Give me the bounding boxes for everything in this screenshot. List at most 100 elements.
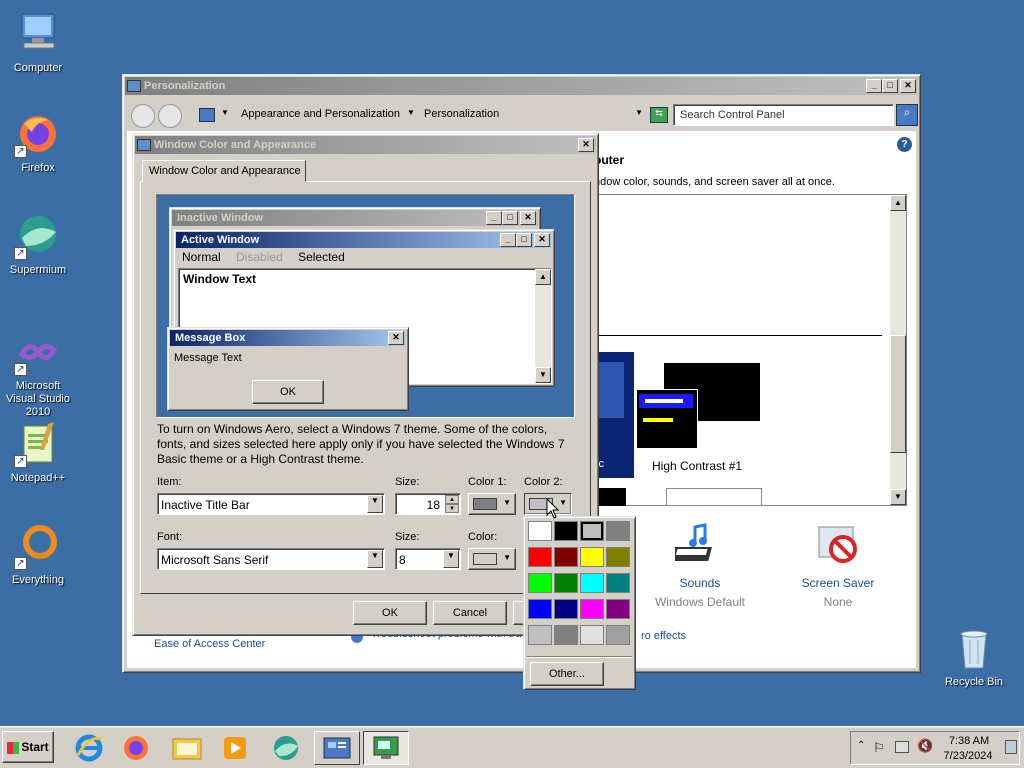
network-icon[interactable] [895, 741, 909, 753]
item-label: Item: [157, 476, 182, 488]
screen-saver-link[interactable]: Screen Saver None [773, 521, 903, 611]
search-input[interactable]: Search Control Panel [673, 104, 894, 126]
desktop-icon-visual-studio[interactable]: ↗ Microsoft Visual Studio 2010 [0, 328, 76, 419]
theme-basic-tile[interactable]: ic [596, 352, 634, 478]
color-swatch[interactable] [554, 573, 578, 593]
chevron-down-icon[interactable]: ▼ [443, 550, 459, 568]
menu-selected: Selected [298, 250, 345, 264]
taskbar-ie-icon[interactable] [70, 732, 108, 764]
color-swatch[interactable] [580, 521, 604, 541]
address-bar[interactable]: ▼ Appearance and Personalization ▼ Perso… [193, 104, 645, 126]
ease-of-access-link[interactable]: Ease of Access Center [154, 638, 265, 650]
preview-menu: Normal Disabled Selected [178, 250, 345, 266]
desktop-icon-everything[interactable]: ↗ Everything [0, 522, 76, 587]
breadcrumb-item[interactable]: Personalization [424, 108, 499, 120]
color-swatch[interactable] [528, 547, 552, 567]
desktop-icon-computer[interactable]: Computer [0, 10, 76, 75]
ok-button[interactable]: OK [353, 601, 427, 625]
clock-date[interactable]: 7/23/2024 [939, 750, 997, 762]
desktop-icon-supermium[interactable]: ↗ Supermium [0, 212, 76, 277]
picker-divider [527, 656, 632, 658]
color-swatch[interactable] [606, 521, 630, 541]
preview-msgbox-titlebar: Message Box ✕ [170, 330, 406, 346]
color-swatch[interactable] [554, 599, 578, 619]
size-stepper[interactable]: 18 ▲ ▼ [395, 493, 461, 515]
show-desktop-icon[interactable] [1005, 740, 1017, 754]
color-swatch[interactable] [528, 521, 552, 541]
chevron-down-icon[interactable]: ▼ [367, 495, 383, 513]
volume-muted-icon[interactable]: 🔇 [917, 738, 933, 754]
color-swatch[interactable] [580, 573, 604, 593]
scroll-up-icon[interactable]: ▲ [890, 195, 906, 211]
show-hidden-icons-icon[interactable]: ⌃ [857, 740, 865, 751]
desktop-icon-notepadpp[interactable]: ↗ Notepad++ [0, 420, 76, 485]
personalization-titlebar[interactable]: Personalization _ □ ✕ [125, 77, 918, 95]
start-button[interactable]: Start [2, 731, 54, 763]
dialog-titlebar[interactable]: Window Color and Appearance ✕ [135, 136, 596, 154]
cancel-button[interactable]: Cancel [433, 601, 507, 625]
other-colors-button[interactable]: Other... [530, 662, 604, 686]
search-icon[interactable]: ⌕ [896, 104, 918, 126]
color1-button[interactable]: ▼ [468, 493, 516, 515]
action-center-flag-icon[interactable]: ⚐ [873, 740, 885, 756]
taskbar-firefox-icon[interactable] [117, 732, 155, 764]
tab-label: Window Color and Appearance [149, 165, 301, 177]
forward-button[interactable] [158, 104, 182, 128]
tab-window-color[interactable]: Window Color and Appearance [142, 160, 306, 182]
address-dropdown-icon[interactable]: ▼ [635, 108, 643, 117]
clock-time[interactable]: 7:38 AM [943, 735, 995, 747]
color-swatch[interactable] [580, 625, 604, 645]
spin-down-icon[interactable]: ▼ [445, 504, 459, 513]
maximize-button[interactable]: □ [882, 79, 898, 93]
preview-message-box: Message Box ✕ Message Text OK [167, 327, 409, 411]
sounds-link[interactable]: Sounds Windows Default [635, 521, 765, 611]
color-swatch[interactable] [528, 625, 552, 645]
taskbar-control-panel-icon[interactable] [314, 731, 360, 765]
taskbar-explorer-icon[interactable] [168, 732, 206, 764]
color-swatch[interactable] [528, 573, 552, 593]
taskbar-personalization-icon[interactable] [363, 731, 409, 765]
notepadpp-icon: ↗ [14, 420, 62, 468]
close-button[interactable]: ✕ [900, 79, 916, 93]
close-button[interactable]: ✕ [578, 138, 594, 152]
color-swatch[interactable] [554, 521, 578, 541]
font-size-select[interactable]: 8 ▼ [395, 548, 461, 570]
color-swatch[interactable] [528, 599, 552, 619]
color-swatch[interactable] [606, 625, 630, 645]
chevron-down-icon: ▼ [503, 553, 511, 562]
font-color-button[interactable]: ▼ [468, 548, 516, 570]
spin-up-icon[interactable]: ▲ [445, 495, 459, 504]
color1-label: Color 1: [468, 476, 507, 488]
sounds-value: Windows Default [654, 595, 746, 609]
taskbar-media-player-icon[interactable] [216, 732, 254, 764]
shortcut-arrow-icon: ↗ [14, 247, 27, 260]
scroll-thumb[interactable] [890, 335, 906, 453]
color-swatch[interactable] [554, 625, 578, 645]
theme-list[interactable]: ic High Contrast #1 ▲ ▼ [595, 194, 907, 506]
item-select[interactable]: Inactive Title Bar ▼ [157, 493, 385, 515]
chevron-down-icon[interactable]: ▼ [221, 108, 229, 117]
font-select[interactable]: Microsoft Sans Serif ▼ [157, 548, 385, 570]
refresh-button[interactable]: ⇆ [650, 107, 668, 123]
font-color-label: Color: [468, 531, 498, 543]
chevron-down-icon[interactable]: ▼ [367, 550, 383, 568]
breadcrumb-item[interactable]: Appearance and Personalization [241, 108, 400, 120]
desktop-icon-recycle-bin[interactable]: Recycle Bin [936, 624, 1012, 689]
chevron-down-icon[interactable]: ▼ [407, 108, 415, 117]
color-swatch[interactable] [554, 547, 578, 567]
color-swatch[interactable] [580, 599, 604, 619]
minimize-button[interactable]: _ [866, 79, 882, 93]
theme-list-scrollbar[interactable]: ▲ ▼ [890, 195, 906, 505]
back-button[interactable] [131, 104, 155, 128]
help-icon[interactable]: ? [897, 137, 912, 152]
color-swatch[interactable] [606, 573, 630, 593]
navigation-bar: ▼ Appearance and Personalization ▼ Perso… [127, 101, 918, 131]
taskbar-supermium-icon[interactable] [267, 732, 305, 764]
aero-effects-link[interactable]: ro effects [641, 630, 686, 642]
color-swatch[interactable] [606, 547, 630, 567]
scroll-down-icon[interactable]: ▼ [890, 489, 906, 505]
color-swatch[interactable] [606, 599, 630, 619]
color-swatch[interactable] [580, 547, 604, 567]
desktop-icon-firefox[interactable]: ↗ Firefox [0, 110, 76, 175]
theme-high-contrast[interactable]: High Contrast #1 [636, 363, 766, 473]
